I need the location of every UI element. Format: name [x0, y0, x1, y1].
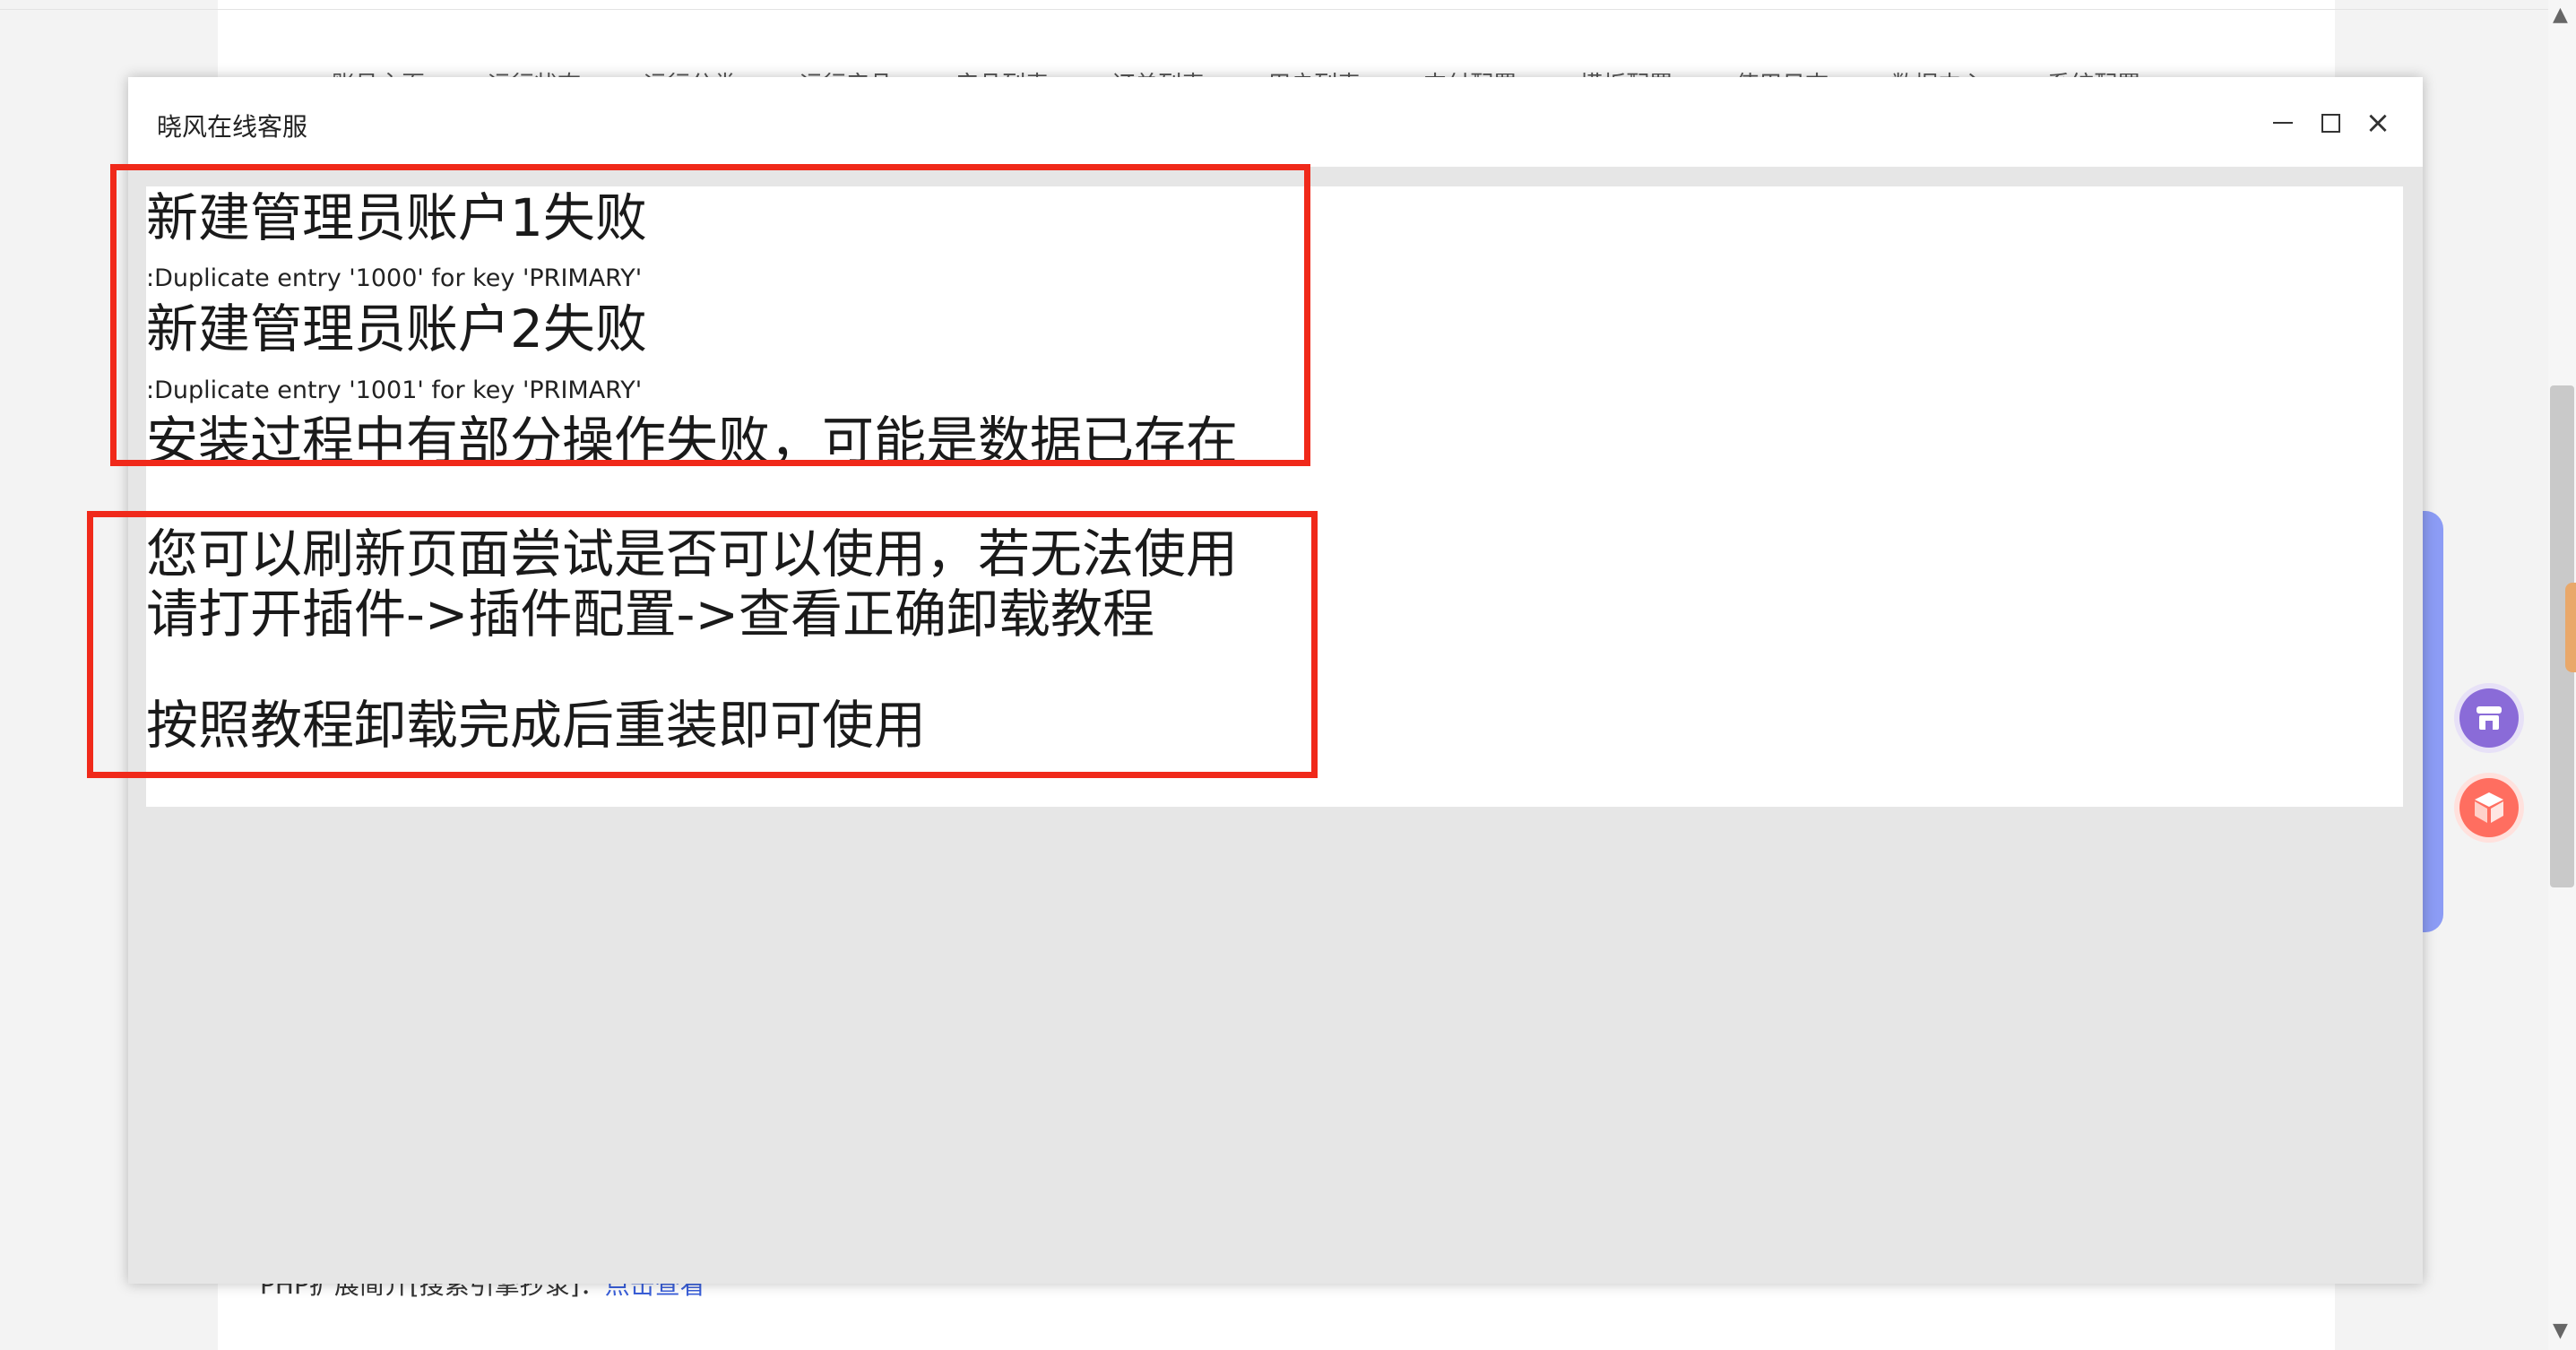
minimize-button[interactable]: [2259, 99, 2307, 147]
minimize-icon: [2273, 122, 2293, 124]
close-icon: ×: [2364, 105, 2391, 141]
store-icon: [2477, 706, 2502, 730]
store-button[interactable]: [2459, 688, 2519, 748]
edge-widget[interactable]: [2565, 583, 2576, 672]
maximize-button[interactable]: [2306, 99, 2355, 147]
dialog-titlebar[interactable]: 晓风在线客服 ×: [128, 77, 2423, 167]
top-divider: [0, 9, 2576, 10]
customer-service-dialog: 晓风在线客服 × 新建管理员账户1失败 :Duplicate entry '10…: [87, 77, 2423, 1284]
cube-icon: [2475, 792, 2503, 823]
close-button[interactable]: ×: [2354, 99, 2402, 147]
advice-highlight-box: [87, 511, 1318, 778]
dialog-title: 晓风在线客服: [157, 112, 308, 142]
error-highlight-box: [110, 164, 1310, 466]
scroll-down-icon[interactable]: ▼: [2553, 1320, 2568, 1342]
cube-button[interactable]: [2459, 778, 2519, 837]
maximize-icon: [2321, 113, 2340, 133]
scroll-up-icon[interactable]: ▲: [2553, 4, 2568, 26]
side-tab[interactable]: [2420, 511, 2443, 932]
